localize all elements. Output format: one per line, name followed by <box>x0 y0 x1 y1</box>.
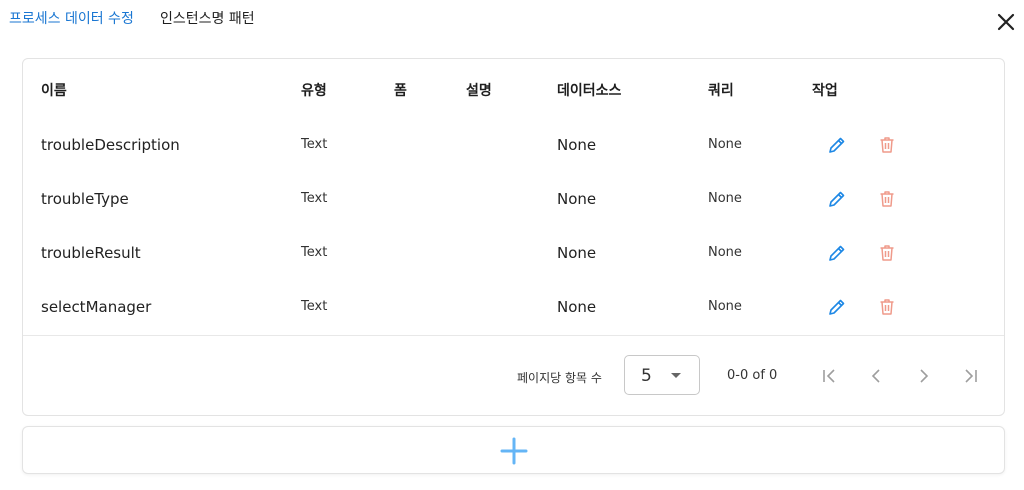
trash-icon <box>880 245 894 261</box>
cell-query: None <box>708 137 742 152</box>
table-header: 이름 유형 폼 설명 데이터소스 쿼리 작업 <box>23 59 1004 119</box>
cell-type: Text <box>301 137 328 152</box>
table-row: selectManager Text None None <box>23 281 1004 335</box>
pencil-icon <box>829 191 845 207</box>
rows-per-page-value: 5 <box>641 366 652 386</box>
plus-icon <box>500 437 528 465</box>
pencil-icon <box>829 137 845 153</box>
trash-icon <box>880 137 894 153</box>
page-range-text: 0-0 of 0 <box>727 368 778 383</box>
delete-button[interactable] <box>877 189 897 209</box>
data-table-card: 이름 유형 폼 설명 데이터소스 쿼리 작업 troubleDescriptio… <box>22 58 1005 416</box>
header-actions: 작업 <box>812 83 838 99</box>
cell-type: Text <box>301 191 328 206</box>
cell-name: troubleDescription <box>41 136 180 154</box>
cell-type: Text <box>301 245 328 260</box>
chevron-right-icon <box>920 369 929 383</box>
pencil-icon <box>829 245 845 261</box>
caret-down-icon <box>671 373 681 378</box>
next-page-button[interactable] <box>912 364 936 388</box>
edit-button[interactable] <box>827 297 847 317</box>
cell-query: None <box>708 245 742 260</box>
cell-query: None <box>708 191 742 206</box>
cell-datasource: None <box>557 244 597 262</box>
table-row: troubleDescription Text None None <box>23 119 1004 173</box>
trash-icon <box>880 299 894 315</box>
header-query: 쿼리 <box>708 83 734 99</box>
cell-type: Text <box>301 299 328 314</box>
close-icon <box>997 13 1015 31</box>
cell-name: troubleType <box>41 190 129 208</box>
close-button[interactable] <box>994 10 1018 34</box>
rows-per-page-select[interactable]: 5 <box>624 355 700 395</box>
delete-button[interactable] <box>877 297 897 317</box>
previous-page-button[interactable] <box>864 364 888 388</box>
last-page-icon <box>965 369 977 383</box>
cell-datasource: None <box>557 136 597 154</box>
first-page-icon <box>823 369 835 383</box>
header-datasource: 데이터소스 <box>557 83 622 99</box>
edit-button[interactable] <box>827 135 847 155</box>
trash-icon <box>880 191 894 207</box>
header-description: 설명 <box>466 83 492 99</box>
add-row-button[interactable] <box>22 426 1005 474</box>
first-page-button[interactable] <box>817 364 841 388</box>
cell-name: selectManager <box>41 298 152 316</box>
cell-query: None <box>708 299 742 314</box>
rows-per-page-label: 페이지당 항목 수 <box>517 371 602 385</box>
chevron-left-icon <box>871 369 880 383</box>
table-pagination: 페이지당 항목 수 5 0-0 of 0 <box>23 335 1004 416</box>
tab-instance-name-pattern[interactable]: 인스턴스명 패턴 <box>160 8 255 28</box>
header-type: 유형 <box>301 83 327 99</box>
delete-button[interactable] <box>877 243 897 263</box>
header-name: 이름 <box>41 83 67 99</box>
edit-button[interactable] <box>827 243 847 263</box>
cell-name: troubleResult <box>41 244 141 262</box>
edit-button[interactable] <box>827 189 847 209</box>
table-row: troubleResult Text None None <box>23 227 1004 281</box>
tab-process-data-edit[interactable]: 프로세스 데이터 수정 <box>9 8 134 28</box>
pencil-icon <box>829 299 845 315</box>
delete-button[interactable] <box>877 135 897 155</box>
tab-bar: 프로세스 데이터 수정 인스턴스명 패턴 <box>0 0 1024 40</box>
cell-datasource: None <box>557 298 597 316</box>
header-form: 폼 <box>394 83 407 99</box>
cell-datasource: None <box>557 190 597 208</box>
last-page-button[interactable] <box>959 364 983 388</box>
table-row: troubleType Text None None <box>23 173 1004 227</box>
